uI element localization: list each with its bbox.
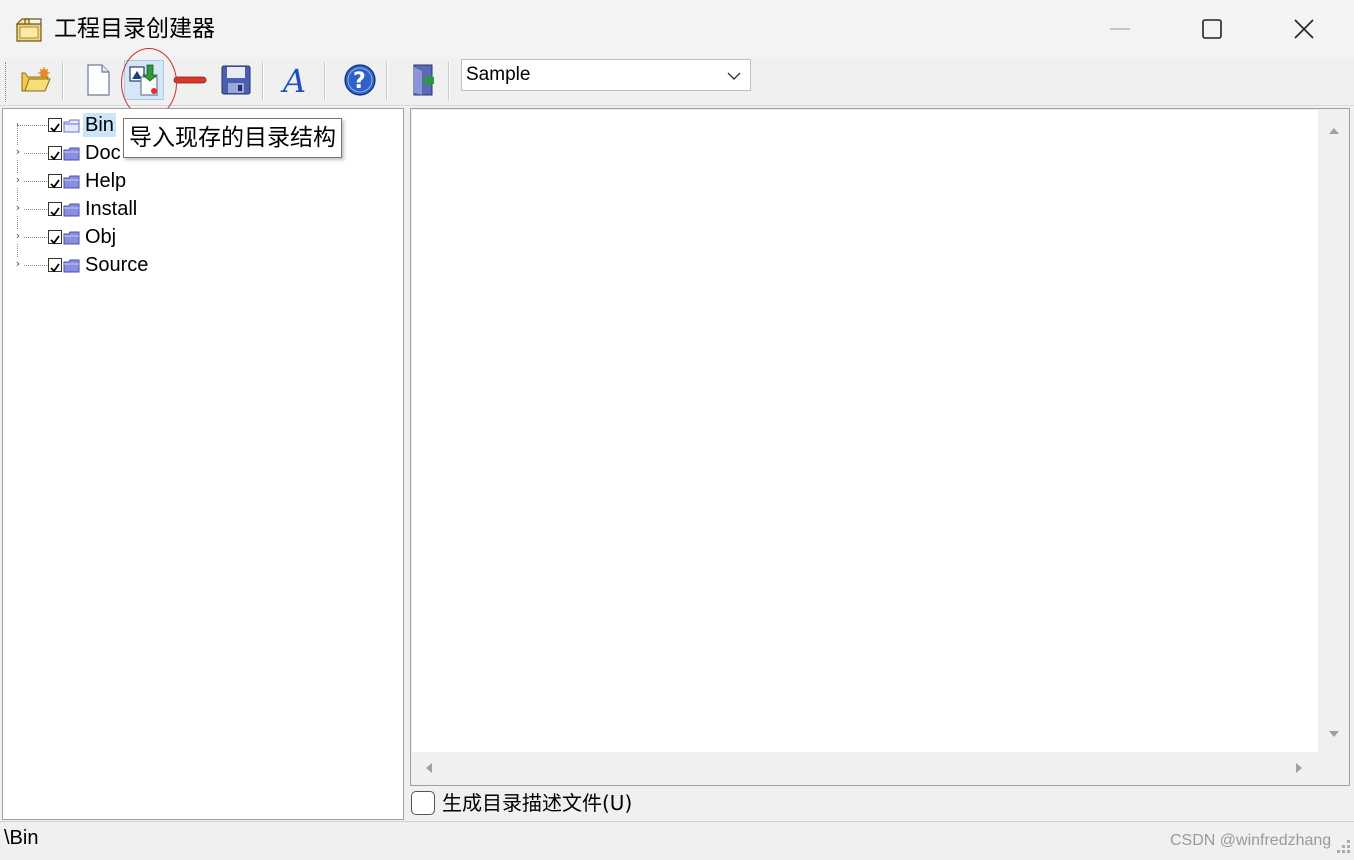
watermark: CSDN @winfredzhang [1170, 832, 1332, 849]
folder-icon [63, 202, 81, 217]
description-pane [410, 108, 1350, 786]
generate-description-label[interactable]: 生成目录描述文件(U) [442, 789, 632, 817]
checkmark-icon [50, 263, 60, 273]
import-tooltip: 导入现存的目录结构 [123, 118, 342, 158]
window-title: 工程目录创建器 [54, 16, 215, 42]
template-select-value: Sample [466, 64, 531, 85]
checkmark-icon [50, 235, 60, 245]
toolbar-separator [386, 62, 388, 100]
expand-chevron-icon[interactable]: › [12, 257, 24, 271]
scroll-right-icon[interactable] [1292, 761, 1306, 775]
status-path: \Bin [4, 827, 39, 849]
scroll-left-icon[interactable] [422, 761, 436, 775]
tree-connector [17, 125, 49, 126]
tree-item-label: Help [85, 170, 127, 192]
resize-grip-icon[interactable] [1336, 838, 1352, 854]
minimize-icon [1110, 28, 1130, 30]
tree-checkbox[interactable] [48, 258, 62, 273]
toolbar-separator [324, 62, 326, 100]
checkmark-icon [50, 151, 60, 161]
status-bar: \Bin CSDN @winfredzhang [0, 821, 1354, 860]
expand-chevron-icon[interactable]: › [12, 201, 24, 215]
generate-description-checkbox[interactable] [411, 791, 435, 815]
close-icon [1294, 19, 1314, 39]
exit-button[interactable] [402, 60, 442, 100]
font-icon: A [280, 63, 306, 97]
tree-item-help[interactable]: › Help [3, 167, 383, 195]
maximize-button[interactable] [1166, 0, 1258, 58]
tree-checkbox[interactable] [48, 118, 62, 133]
remove-button[interactable] [170, 60, 210, 100]
import-structure-icon [129, 64, 159, 96]
folder-icon [63, 118, 81, 133]
toolbar-separator [262, 62, 264, 100]
template-select[interactable]: Sample [461, 59, 751, 91]
toolbar-separator [62, 62, 64, 100]
tree-item-source[interactable]: › Source [3, 251, 383, 279]
folder-icon [63, 230, 81, 245]
tree-item-label: Doc [85, 142, 121, 164]
chevron-down-icon [727, 72, 741, 80]
toolbar-separator [448, 62, 450, 100]
tree-item-label: Bin [83, 113, 116, 137]
folder-open-icon [21, 67, 51, 92]
new-document-icon [87, 64, 110, 96]
scroll-up-icon[interactable] [1327, 124, 1341, 138]
folder-icon [63, 146, 81, 161]
expand-chevron-icon[interactable]: › [12, 173, 24, 187]
vertical-scrollbar[interactable] [1318, 110, 1349, 752]
app-window: 工程目录创建器 A ? Sample Bin › Doc › Help › In… [0, 0, 1354, 860]
generate-description-option[interactable]: 生成目录描述文件(U) [410, 788, 1010, 818]
directory-tree[interactable]: Bin › Doc › Help › Install › Obj › Sourc… [2, 108, 404, 820]
tree-checkbox[interactable] [48, 202, 62, 217]
scroll-down-icon[interactable] [1327, 727, 1341, 741]
description-text-area[interactable] [412, 110, 1318, 752]
minimize-button[interactable] [1074, 0, 1166, 58]
remove-icon [173, 76, 207, 84]
exit-door-icon [413, 64, 434, 96]
import-button[interactable] [124, 60, 164, 100]
toolbar-grip[interactable] [5, 62, 8, 102]
maximize-icon [1202, 19, 1222, 39]
tree-item-label: Obj [85, 226, 117, 248]
tree-item-install[interactable]: › Install [3, 195, 383, 223]
expand-chevron-icon[interactable]: › [12, 145, 24, 159]
floppy-disk-icon [221, 65, 251, 95]
horizontal-scrollbar[interactable] [412, 752, 1318, 784]
folder-icon [63, 258, 81, 273]
font-button[interactable]: A [276, 60, 316, 100]
title-bar[interactable]: 工程目录创建器 [0, 0, 1354, 58]
close-button[interactable] [1258, 0, 1350, 58]
checkmark-icon [50, 123, 60, 133]
checkmark-icon [50, 207, 60, 217]
folder-icon [63, 174, 81, 189]
tree-item-label: Install [85, 198, 138, 220]
help-button[interactable]: ? [340, 60, 380, 100]
help-icon: ? [344, 64, 376, 96]
expand-chevron-icon[interactable]: › [12, 229, 24, 243]
tree-item-label: Source [85, 254, 149, 276]
folder-app-icon [14, 14, 46, 46]
tree-checkbox[interactable] [48, 174, 62, 189]
tree-checkbox[interactable] [48, 146, 62, 161]
svg-text:?: ? [353, 69, 366, 94]
open-folder-button[interactable] [16, 60, 56, 100]
save-button[interactable] [216, 60, 256, 100]
tree-item-obj[interactable]: › Obj [3, 223, 383, 251]
svg-text:A: A [280, 63, 306, 97]
tree-checkbox[interactable] [48, 230, 62, 245]
new-button[interactable] [78, 60, 118, 100]
checkmark-icon [50, 179, 60, 189]
